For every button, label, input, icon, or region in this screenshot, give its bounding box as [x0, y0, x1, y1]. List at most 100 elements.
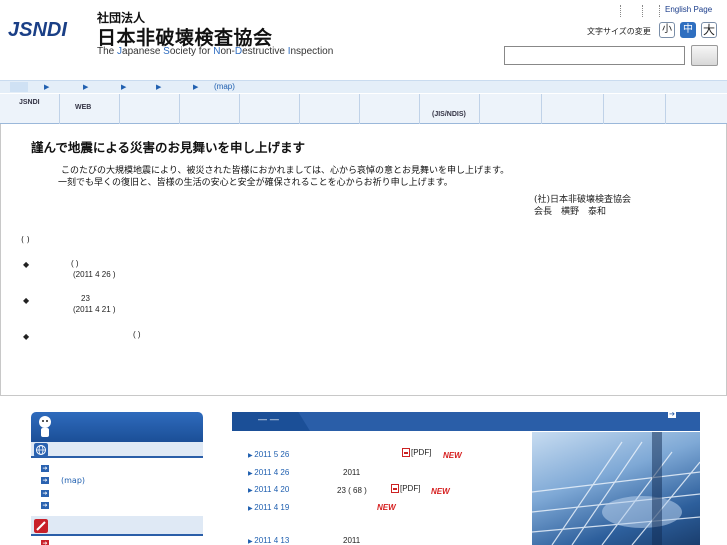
arrow-right-icon: ▶: [156, 83, 162, 91]
font-size-small-button[interactable]: 小: [659, 22, 675, 38]
nav-item[interactable]: [360, 94, 420, 124]
pdf-link[interactable]: [PDF]: [402, 448, 432, 458]
font-size-label: 文字サイズの変更: [587, 27, 651, 36]
divider: [659, 5, 660, 17]
org-name-en-part: on-: [220, 46, 235, 57]
org-name-en-part: nspection: [290, 46, 334, 57]
arrow-right-icon: ➔: [41, 477, 49, 484]
news-date: 2011 5 26: [248, 450, 289, 459]
news-date: 2011 4 26: [248, 468, 289, 477]
main-content: 謹んで地震による災害のお見舞いを申し上げます このたびの大規模地震により、被災さ…: [0, 124, 727, 396]
org-name-en-part: ociety for: [169, 46, 214, 57]
pdf-icon: [391, 484, 399, 494]
arrow-right-icon: ▶: [83, 83, 89, 91]
pdf-label: [PDF]: [411, 448, 432, 457]
nav-item-jis-ndis[interactable]: (JIS/NDIS): [420, 94, 480, 124]
globe-icon: [34, 443, 48, 457]
nav-item[interactable]: [180, 94, 240, 124]
pdf-link[interactable]: [PDF]: [391, 484, 421, 494]
news-text: 2011: [343, 536, 361, 545]
new-badge: NEW: [431, 487, 450, 496]
jsndi-logo[interactable]: JSNDI: [8, 18, 88, 40]
arrow-right-icon: ➔: [41, 465, 49, 472]
arrow-right-icon: ➔: [41, 490, 49, 497]
new-badge: NEW: [443, 451, 462, 460]
breadcrumb-map-link[interactable]: (map): [214, 82, 235, 91]
header: JSNDI 社団法人 日本非破壊検査協会 The Japanese Societ…: [0, 0, 727, 80]
nav-label: JSNDI: [19, 99, 40, 106]
divider: [620, 5, 621, 17]
industrial-plant-photo: [532, 432, 700, 545]
arrow-right-icon: ➔: [41, 540, 49, 545]
news-header: ― ―: [232, 412, 700, 431]
arrow-right-icon: ➔: [41, 502, 49, 509]
news-tab-label: ― ―: [258, 415, 279, 425]
nav-item-jsndi[interactable]: JSNDI: [0, 94, 60, 124]
nav-label: (JIS/NDIS): [432, 111, 466, 118]
search-button[interactable]: [691, 45, 718, 66]
org-name-en-part: estructive: [242, 46, 288, 57]
news-date: 2011 4 20: [248, 485, 289, 494]
sidebar-header: [31, 412, 203, 442]
sidebar-link[interactable]: ➔: [41, 464, 53, 473]
breadcrumb: ▶ ▶ ▶ ▶ ▶ (map): [0, 80, 727, 93]
sidebar-section-bar: [31, 516, 203, 536]
sidebar-link-map[interactable]: ➔ (map): [41, 476, 85, 485]
news-date: 2011 4 13: [248, 536, 289, 545]
news-date: 2011 4 19: [248, 503, 289, 512]
pdf-icon: [402, 448, 410, 458]
news-panel: ― ― ➔ 2011 5 26 [PDF] NEW 2011 4 26 2011…: [232, 410, 700, 545]
nav-item[interactable]: [120, 94, 180, 124]
diamond-bullet-icon: ◆: [23, 296, 30, 305]
sidebar-link[interactable]: ➔: [41, 489, 53, 498]
plant-illustration: [532, 432, 700, 545]
condolence-signature: 会長 横野 泰和: [534, 207, 607, 217]
note-text: ( ): [21, 235, 30, 244]
condolence-title: 謹んで地震による災害のお見舞いを申し上げます: [31, 140, 306, 155]
new-badge: NEW: [377, 503, 396, 512]
org-name-en-part: apanese: [122, 46, 164, 57]
nav-item[interactable]: [542, 94, 604, 124]
arrow-right-icon: ▶: [121, 83, 127, 91]
mascot-icon: [39, 416, 51, 437]
nav-label: WEB: [75, 104, 92, 111]
nav-item[interactable]: [480, 94, 542, 124]
font-size-large-button[interactable]: 大: [701, 22, 717, 38]
diamond-bullet-icon: ◆: [23, 260, 30, 269]
notice-title: 23: [81, 294, 90, 303]
news-text: 23 ( 68 ): [337, 486, 367, 495]
arrow-right-icon: ▶: [193, 83, 199, 91]
sidebar-link-label: (map): [61, 476, 86, 485]
global-nav: JSNDI WEB (JIS/NDIS): [0, 94, 727, 124]
nav-item[interactable]: [240, 94, 300, 124]
sidebar-link[interactable]: ➔: [41, 501, 53, 510]
nav-item[interactable]: [300, 94, 360, 124]
sidebar: ➔ ➔ (map) ➔ ➔ ➔: [31, 412, 203, 545]
breadcrumb-home[interactable]: [10, 82, 28, 92]
org-name-english: The Japanese Society for Non-Destructive…: [97, 46, 333, 57]
logo-text: JSNDI: [8, 19, 67, 40]
english-page-link[interactable]: English Page: [665, 5, 712, 14]
notice-title: ( ): [133, 330, 141, 339]
notice-date: (2011 4 21 ): [73, 305, 116, 314]
notice-date: (2011 4 26 ): [73, 270, 116, 279]
org-name-en-part: The: [97, 46, 118, 57]
arrow-right-icon: ▶: [44, 83, 50, 91]
nav-item-web[interactable]: WEB: [60, 94, 120, 124]
sidebar-section-bar: [31, 442, 203, 458]
condolence-message-line: 一刻でも早くの復旧と、皆様の生活の安心と安全が確保されることを心からお祈り申し上…: [58, 178, 453, 188]
diamond-bullet-icon: ◆: [23, 332, 30, 341]
font-size-medium-button[interactable]: 中: [680, 22, 696, 38]
pencil-icon: [34, 519, 48, 533]
pdf-label: [PDF]: [400, 484, 421, 493]
org-name-en-initial: S: [163, 46, 170, 57]
news-more-arrow-icon[interactable]: ➔: [668, 410, 676, 418]
nav-item[interactable]: [666, 94, 727, 124]
top-links: English Page: [615, 4, 725, 18]
divider: [642, 5, 643, 17]
news-text: 2011: [343, 468, 361, 477]
notice-title: ( ): [71, 259, 79, 268]
sidebar-link[interactable]: ➔: [41, 539, 53, 545]
search-input[interactable]: [504, 46, 685, 65]
nav-item[interactable]: [604, 94, 666, 124]
